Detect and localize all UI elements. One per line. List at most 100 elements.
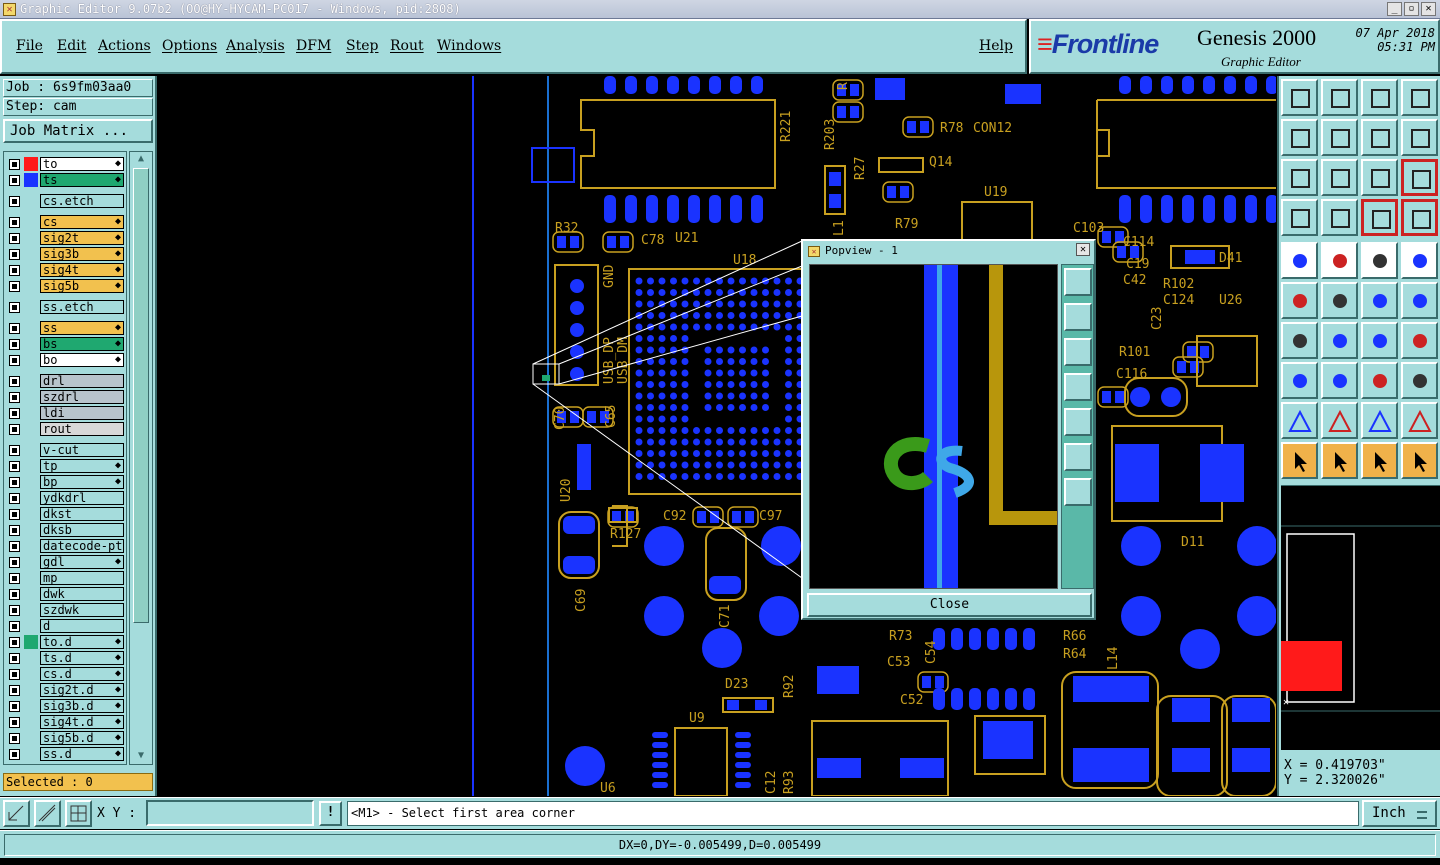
popview-zoom-view[interactable] — [809, 264, 1058, 589]
tool-save-button[interactable] — [1321, 79, 1358, 116]
layer-row[interactable]: v-cut — [4, 442, 126, 458]
layer-name[interactable]: sig4t ◆ — [40, 263, 124, 277]
measure-icon-button[interactable] — [34, 800, 61, 827]
tool-net-b-button[interactable] — [1401, 199, 1438, 236]
layer-row[interactable]: sig3b.d ◆ — [4, 698, 126, 714]
layer-checkbox[interactable] — [9, 509, 20, 520]
menu-edit[interactable]: Edit — [57, 38, 86, 54]
menu-analysis[interactable]: Analysis — [226, 38, 285, 54]
tool-select-poly-button[interactable] — [1361, 442, 1398, 479]
layer-name[interactable]: to.d ◆ — [40, 635, 124, 649]
close-window-button[interactable]: ✕ — [1421, 2, 1436, 16]
layer-checkbox[interactable] — [9, 424, 20, 435]
layer-row[interactable]: bp ◆ — [4, 474, 126, 490]
layer-checkbox[interactable] — [9, 701, 20, 712]
layer-checkbox[interactable] — [9, 621, 20, 632]
layer-name[interactable]: ts ◆ — [40, 173, 124, 187]
layer-name[interactable]: dksb — [40, 523, 124, 537]
layer-checkbox[interactable] — [9, 249, 20, 260]
tool-zoom-center-button[interactable] — [1321, 159, 1358, 196]
tool-home-button[interactable] — [1361, 79, 1398, 116]
popview-pan-up-button[interactable] — [1064, 303, 1092, 331]
layer-name[interactable]: cs.etch — [40, 194, 124, 208]
tool-intersect-button[interactable] — [1321, 282, 1358, 319]
layer-row[interactable]: d — [4, 618, 126, 634]
layer-name[interactable]: bo ◆ — [40, 353, 124, 367]
popview-pan-right-button[interactable] — [1064, 408, 1092, 436]
grid-icon-button[interactable] — [65, 800, 92, 827]
layer-row[interactable]: sig4t ◆ — [4, 262, 126, 278]
tool-net-a-button[interactable] — [1361, 199, 1398, 236]
layer-checkbox[interactable] — [9, 653, 20, 664]
layer-name[interactable]: d — [40, 619, 124, 633]
layer-row[interactable]: bo ◆ — [4, 352, 126, 368]
layer-row[interactable]: rout — [4, 421, 126, 437]
layer-row[interactable]: sig3b ◆ — [4, 246, 126, 262]
layer-scrollbar[interactable]: ▲ ▼ — [129, 151, 153, 765]
tool-select-button[interactable] — [1281, 442, 1318, 479]
layer-name[interactable]: ss.etch — [40, 300, 124, 314]
layer-name[interactable]: ldi — [40, 406, 124, 420]
tool-help-button[interactable] — [1401, 159, 1438, 196]
layer-row[interactable]: tp ◆ — [4, 458, 126, 474]
layer-row[interactable]: sig2t ◆ — [4, 230, 126, 246]
minimize-button[interactable]: _ — [1387, 2, 1402, 16]
scroll-thumb[interactable] — [133, 168, 149, 623]
maximize-button[interactable]: ▫ — [1404, 2, 1419, 16]
layer-name[interactable]: sig5b.d ◆ — [40, 731, 124, 745]
layer-checkbox[interactable] — [9, 302, 20, 313]
layer-name[interactable]: sig2t.d ◆ — [40, 683, 124, 697]
layer-checkbox[interactable] — [9, 749, 20, 760]
layer-checkbox[interactable] — [9, 717, 20, 728]
layer-row[interactable]: drl — [4, 373, 126, 389]
xy-input[interactable] — [146, 800, 314, 826]
layer-checkbox[interactable] — [9, 159, 20, 170]
layer-checkbox[interactable] — [9, 339, 20, 350]
tool-triangle-b-button[interactable] — [1321, 402, 1358, 439]
tool-angle-button[interactable] — [1281, 322, 1318, 359]
menu-windows[interactable]: Windows — [437, 38, 501, 54]
popview-zoom-out-button[interactable] — [1064, 478, 1092, 506]
tool-feature-add-button[interactable] — [1281, 242, 1318, 279]
layer-name[interactable]: szdwk — [40, 603, 124, 617]
scroll-up-icon[interactable]: ▲ — [134, 153, 148, 165]
tool-open-job-button[interactable] — [1281, 79, 1318, 116]
layer-row[interactable]: datecode-ptc — [4, 538, 126, 554]
menu-rout[interactable]: Rout — [390, 38, 424, 54]
tool-pad-button[interactable] — [1401, 242, 1438, 279]
layer-row[interactable]: ldi — [4, 405, 126, 421]
layer-row[interactable]: sig4t.d ◆ — [4, 714, 126, 730]
layer-name[interactable]: ss.d ◆ — [40, 747, 124, 761]
tool-triangle-c-button[interactable] — [1361, 402, 1398, 439]
tool-redraw-button[interactable] — [1401, 119, 1438, 156]
layer-name[interactable]: tp ◆ — [40, 459, 124, 473]
layer-checkbox[interactable] — [9, 685, 20, 696]
layer-name[interactable]: mp — [40, 571, 124, 585]
popview-close-icon[interactable]: ✕ — [1076, 243, 1090, 256]
job-matrix-button[interactable]: Job Matrix ... — [3, 119, 153, 143]
layer-checkbox[interactable] — [9, 605, 20, 616]
overview-map[interactable]: ✕ — [1281, 485, 1440, 750]
layer-checkbox[interactable] — [9, 392, 20, 403]
layer-row[interactable]: bs ◆ — [4, 336, 126, 352]
tool-route-button[interactable] — [1401, 442, 1438, 479]
layer-row[interactable]: ts ◆ — [4, 172, 126, 188]
layer-name[interactable]: ts.d ◆ — [40, 651, 124, 665]
layer-checkbox[interactable] — [9, 525, 20, 536]
layer-checkbox[interactable] — [9, 376, 20, 387]
scroll-down-icon[interactable]: ▼ — [134, 750, 148, 762]
layer-checkbox[interactable] — [9, 733, 20, 744]
layer-name[interactable]: cs.d ◆ — [40, 667, 124, 681]
layer-name[interactable]: datecode-ptc — [40, 539, 124, 553]
pcb-view[interactable]: R221 R203 R78 CON12 Q14 R27 R79 U19 C103 C114 C19 D… — [157, 76, 1276, 796]
tool-mirror-button[interactable] — [1401, 322, 1438, 359]
layer-row[interactable]: cs ◆ — [4, 214, 126, 230]
layer-checkbox[interactable] — [9, 265, 20, 276]
layer-name[interactable]: drl — [40, 374, 124, 388]
layer-row[interactable]: mp — [4, 570, 126, 586]
layer-name[interactable]: ss ◆ — [40, 321, 124, 335]
tool-feature-delete-button[interactable] — [1321, 242, 1358, 279]
graphic-canvas[interactable]: R221 R203 R78 CON12 Q14 R27 R79 U19 C103 C114 C19 D… — [157, 76, 1276, 796]
layer-row[interactable]: sig2t.d ◆ — [4, 682, 126, 698]
layer-color-swatch[interactable] — [24, 173, 38, 187]
